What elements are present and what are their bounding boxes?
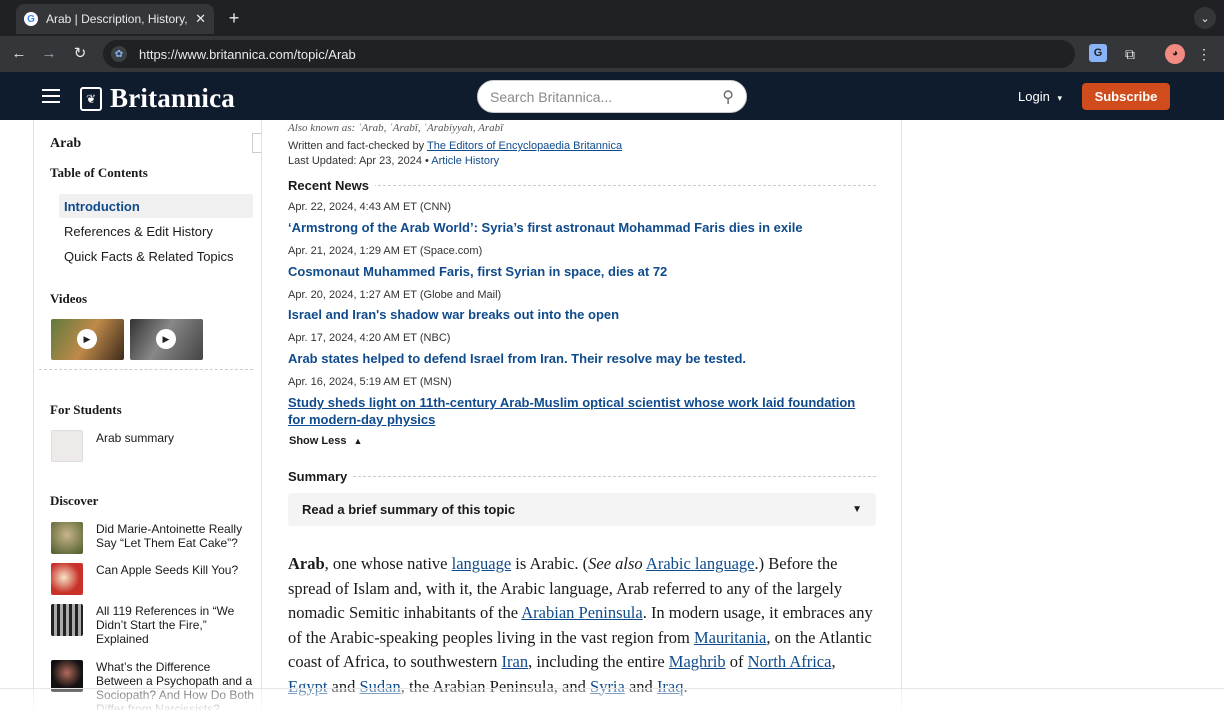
- browser-menu-icon[interactable]: ⋮: [1196, 44, 1212, 64]
- section-divider: [288, 476, 876, 477]
- link-arabian-peninsula[interactable]: Arabian Peninsula: [521, 603, 642, 622]
- sidebar: Arab ‹ Table of Contents Introduction Re…: [33, 120, 262, 710]
- news-date: Apr. 22, 2024, 4:43 AM ET (CNN): [288, 201, 452, 213]
- site-header: ❦ Britannica ⚲ Login ▾ Subscribe: [0, 72, 1224, 120]
- news-date: Apr. 20, 2024, 1:27 AM ET (Globe and Mai…: [288, 289, 502, 301]
- written-by-line: Written and fact-checked by The Editors …: [288, 140, 622, 152]
- new-tab-button[interactable]: +: [224, 8, 244, 29]
- browser-toolbar: ← → ↻ ✿ https://www.britannica.com/topic…: [0, 36, 1224, 72]
- discover-thumbnail[interactable]: [51, 563, 83, 595]
- play-icon: ▶: [156, 329, 176, 349]
- video-thumbnail[interactable]: ▶: [51, 319, 124, 360]
- thistle-logo-icon: ❦: [80, 86, 102, 111]
- toc-item-quick-facts[interactable]: Quick Facts & Related Topics: [59, 244, 253, 268]
- summary-thumbnail[interactable]: [51, 430, 83, 462]
- also-known-as: Also known as: ʿArab, ʿArabī, ʿArabiyyah…: [288, 122, 504, 134]
- discover-thumbnail[interactable]: [51, 604, 83, 636]
- summary-toggle[interactable]: Read a brief summary of this topic ▼: [288, 493, 876, 526]
- written-by-prefix: Written and fact-checked by: [288, 140, 425, 152]
- site-info-icon[interactable]: ✿: [111, 46, 127, 62]
- article-history-link[interactable]: Article History: [431, 155, 499, 167]
- tab-title: Arab | Description, History, &: [46, 12, 190, 26]
- article-text: , one whose native: [324, 554, 452, 573]
- article-body: Arab, one whose native language is Arabi…: [288, 552, 878, 699]
- news-link[interactable]: Cosmonaut Muhammed Faris, first Syrian i…: [288, 263, 858, 280]
- videos-heading: Videos: [50, 291, 88, 306]
- search-icon[interactable]: ⚲: [722, 87, 734, 107]
- login-menu[interactable]: Login ▾: [1018, 89, 1062, 104]
- logo-wordmark: Britannica: [110, 83, 236, 113]
- section-divider: [288, 185, 876, 186]
- toc-item-introduction[interactable]: Introduction: [59, 194, 253, 218]
- article-text: of: [725, 652, 748, 671]
- discover-link[interactable]: Did Marie-Antoinette Really Say “Let The…: [96, 522, 256, 550]
- discover-link[interactable]: All 119 References in “We Didn’t Start t…: [96, 604, 256, 646]
- editors-link[interactable]: The Editors of Encyclopaedia Britannica: [427, 140, 622, 152]
- see-also: See also: [588, 554, 643, 573]
- chevron-down-icon: ▼: [852, 504, 862, 515]
- summary-toggle-label: Read a brief summary of this topic: [302, 502, 516, 517]
- britannica-logo[interactable]: ❦ Britannica: [80, 83, 235, 114]
- show-less-label: Show Less: [289, 435, 347, 447]
- students-heading: For Students: [50, 402, 122, 417]
- profile-avatar-icon[interactable]: ◕: [1165, 44, 1185, 64]
- toc-heading: Table of Contents: [50, 165, 148, 180]
- news-link[interactable]: ‘Armstrong of the Arab World’: Syria’s f…: [288, 219, 858, 236]
- toc-item-references[interactable]: References & Edit History: [59, 219, 253, 243]
- extensions-puzzle-icon[interactable]: ⧉: [1120, 44, 1140, 64]
- back-arrow-icon[interactable]: ←: [9, 44, 29, 64]
- news-link[interactable]: Arab states helped to defend Israel from…: [288, 350, 858, 367]
- chevron-up-icon: ▲: [353, 436, 363, 446]
- browser-tab-bar: G Arab | Description, History, & ✕ + ⌄: [0, 0, 1224, 36]
- link-arabic-language[interactable]: Arabic language: [646, 554, 755, 573]
- link-iran[interactable]: Iran: [502, 652, 529, 671]
- translate-extension-icon[interactable]: G: [1089, 44, 1107, 62]
- chevron-down-icon: ▾: [1057, 93, 1062, 103]
- discover-heading: Discover: [50, 493, 99, 508]
- play-icon: ▶: [77, 329, 97, 349]
- sidebar-title: Arab: [50, 136, 82, 151]
- reload-icon[interactable]: ↻: [70, 44, 90, 64]
- last-updated: Last Updated: Apr 23, 2024 •: [288, 155, 429, 167]
- sidebar-divider: [39, 369, 253, 370]
- subscribe-button[interactable]: Subscribe: [1082, 83, 1170, 110]
- google-favicon-icon: G: [24, 12, 38, 26]
- content-border: [901, 120, 902, 710]
- video-thumbnail[interactable]: ▶: [130, 319, 203, 360]
- menu-hamburger-icon[interactable]: [42, 89, 60, 103]
- recent-news-heading: Recent News: [288, 178, 375, 193]
- forward-arrow-icon[interactable]: →: [39, 44, 59, 64]
- news-date: Apr. 21, 2024, 1:29 AM ET (Space.com): [288, 245, 483, 257]
- close-tab-icon[interactable]: ✕: [195, 11, 206, 27]
- students-summary-link[interactable]: Arab summary: [96, 431, 256, 445]
- summary-heading: Summary: [288, 469, 354, 484]
- last-updated-line: Last Updated: Apr 23, 2024 • Article His…: [288, 155, 499, 167]
- news-date: Apr. 16, 2024, 5:19 AM ET (MSN): [288, 376, 452, 388]
- link-maghrib[interactable]: Maghrib: [669, 652, 726, 671]
- article-lead-word: Arab: [288, 554, 325, 573]
- address-bar[interactable]: ✿ https://www.britannica.com/topic/Arab: [103, 40, 1075, 68]
- collapse-sidebar-chevron-icon[interactable]: ‹: [252, 133, 261, 153]
- site-search: ⚲: [477, 80, 747, 113]
- browser-tab[interactable]: G Arab | Description, History, & ✕: [16, 4, 214, 34]
- article-text: ,: [831, 652, 836, 671]
- url-text: https://www.britannica.com/topic/Arab: [139, 46, 356, 62]
- article-text: is Arabic. (: [511, 554, 589, 573]
- link-mauritania[interactable]: Mauritania: [694, 628, 766, 647]
- discover-link[interactable]: Can Apple Seeds Kill You?: [96, 563, 256, 577]
- news-date: Apr. 17, 2024, 4:20 AM ET (NBC): [288, 332, 451, 344]
- show-less-button[interactable]: Show Less ▲: [289, 435, 362, 447]
- discover-thumbnail[interactable]: [51, 522, 83, 554]
- login-label: Login: [1018, 89, 1050, 104]
- search-input[interactable]: [490, 88, 723, 105]
- news-link[interactable]: Study sheds light on 11th-century Arab-M…: [288, 394, 858, 428]
- link-north-africa[interactable]: North Africa: [748, 652, 832, 671]
- link-language[interactable]: language: [452, 554, 512, 573]
- bottom-scroll-fade: [0, 688, 1224, 710]
- article-text: , including the entire: [528, 652, 669, 671]
- tab-search-chevron-icon[interactable]: ⌄: [1194, 7, 1216, 29]
- news-link[interactable]: Israel and Iran's shadow war breaks out …: [288, 306, 858, 323]
